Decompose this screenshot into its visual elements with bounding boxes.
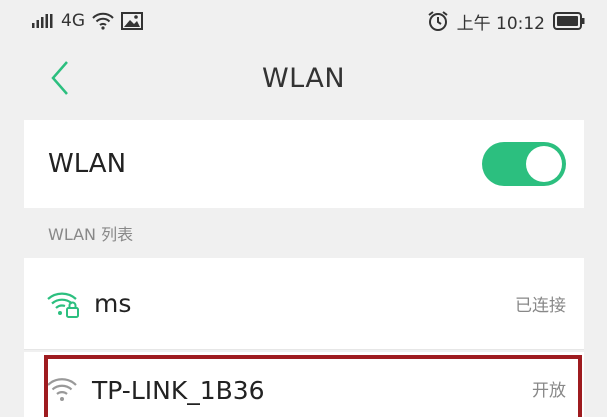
wifi-icon (46, 376, 78, 402)
image-notification-icon (121, 12, 143, 30)
chevron-left-icon (50, 60, 70, 96)
alarm-clock-icon (427, 10, 449, 32)
wifi-locked-icon (46, 290, 80, 318)
status-left: 4G (32, 11, 143, 31)
wlan-toggle-switch[interactable] (482, 142, 566, 186)
wifi-icon (92, 12, 114, 30)
wlan-list-header: WLAN 列表 (24, 208, 584, 258)
page-title: WLAN (261, 62, 346, 94)
nav-bar: WLAN (0, 42, 607, 114)
network-type: 4G (61, 11, 85, 31)
toggle-knob (526, 146, 562, 182)
network-name: ms (94, 289, 132, 318)
network-item-ms[interactable]: ms 已连接 (24, 258, 584, 350)
battery-icon (553, 12, 585, 30)
status-bar: 4G 上午 10:12 (0, 0, 607, 42)
wlan-toggle-row: WLAN (24, 120, 584, 208)
signal-strength-icon (32, 14, 54, 28)
network-status: 开放 (532, 381, 566, 401)
wlan-label: WLAN (48, 149, 127, 179)
network-status: 已连接 (515, 296, 566, 316)
clock-time: 上午 10:12 (456, 13, 545, 34)
status-right: 上午 10:12 (427, 9, 585, 34)
network-item-tp-link[interactable]: TP-LINK_1B36 开放 (24, 352, 584, 417)
back-button[interactable] (38, 56, 82, 100)
network-name: TP-LINK_1B36 (92, 376, 265, 405)
